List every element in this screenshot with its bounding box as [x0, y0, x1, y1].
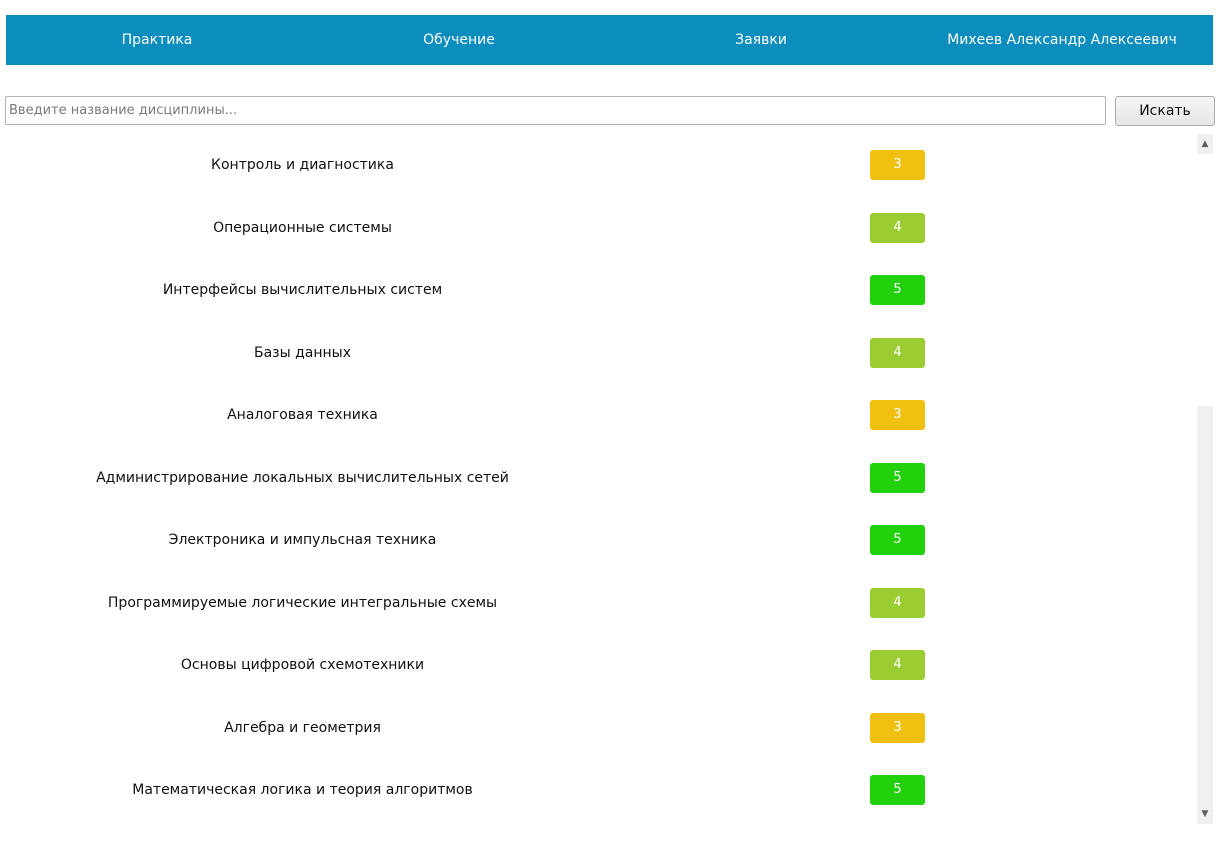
list-item: Электроника и импульсная техника 5 [0, 509, 1195, 571]
subject-name: Математическая логика и теория алгоритмо… [132, 782, 473, 798]
nav-item-requests[interactable]: Заявки [691, 15, 831, 65]
list-item: Интерфейсы вычислительных систем 5 [0, 259, 1195, 321]
grade-badge: 4 [870, 650, 925, 680]
grade-badge: 3 [870, 400, 925, 430]
search-button[interactable]: Искать [1115, 96, 1215, 126]
search-input[interactable] [5, 96, 1106, 125]
nav-item-user-profile[interactable]: Михеев Александр Алексеевич [932, 15, 1192, 65]
subject-name: Операционные системы [213, 219, 392, 236]
subject-name: Базы данных [253, 344, 352, 361]
grade-badge: 5 [870, 775, 925, 805]
top-nav-bar: Практика Обучение Заявки Михеев Александ… [6, 15, 1213, 65]
subject-name: Программируемые логические интегральные … [107, 594, 498, 611]
nav-item-study[interactable]: Обучение [389, 15, 529, 65]
subject-name: Алгебра и геометрия [224, 719, 381, 736]
nav-item-practice[interactable]: Практика [87, 15, 227, 65]
list-item: Аналоговая техника 3 [0, 384, 1195, 446]
list-item: Базы данных 4 [0, 322, 1195, 384]
grade-badge: 4 [870, 212, 925, 243]
subject-name: Электроника и импульсная техника [168, 532, 437, 548]
list-item: Алгебра и геометрия 3 [0, 697, 1195, 759]
subject-name: Контроль и диагностика [211, 157, 394, 173]
list-item: Программируемые логические интегральные … [0, 572, 1195, 634]
grade-badge: 5 [870, 462, 925, 493]
list-item: Администрирование локальных вычислительн… [0, 447, 1195, 509]
scrollbar-thumb[interactable] [1197, 154, 1213, 406]
subject-name: Администрирование локальных вычислительн… [96, 469, 509, 486]
scroll-down-icon[interactable]: ▼ [1197, 806, 1213, 822]
subject-name: Аналоговая техника [227, 407, 378, 423]
subject-name: Основы цифровой схемотехники [180, 657, 425, 673]
list-item: Основы цифровой схемотехники 4 [0, 634, 1195, 696]
grade-badge: 5 [870, 275, 925, 305]
subject-name: Интерфейсы вычислительных систем [162, 282, 443, 298]
scroll-up-icon[interactable]: ▲ [1197, 136, 1213, 152]
list-item: Операционные системы 4 [0, 197, 1195, 259]
grade-badge: 4 [870, 337, 925, 368]
grade-badge: 5 [870, 525, 925, 555]
grade-badge: 3 [870, 712, 925, 743]
list-item: Математическая логика и теория алгоритмо… [0, 759, 1195, 821]
list-item: Контроль и диагностика 3 [0, 134, 1195, 196]
grade-badge: 4 [870, 587, 925, 618]
grade-badge: 3 [870, 150, 925, 180]
scrollbar[interactable]: ▲ ▼ [1197, 134, 1213, 824]
subject-list: Контроль и диагностика 3 Операционные сист… [0, 134, 1195, 824]
